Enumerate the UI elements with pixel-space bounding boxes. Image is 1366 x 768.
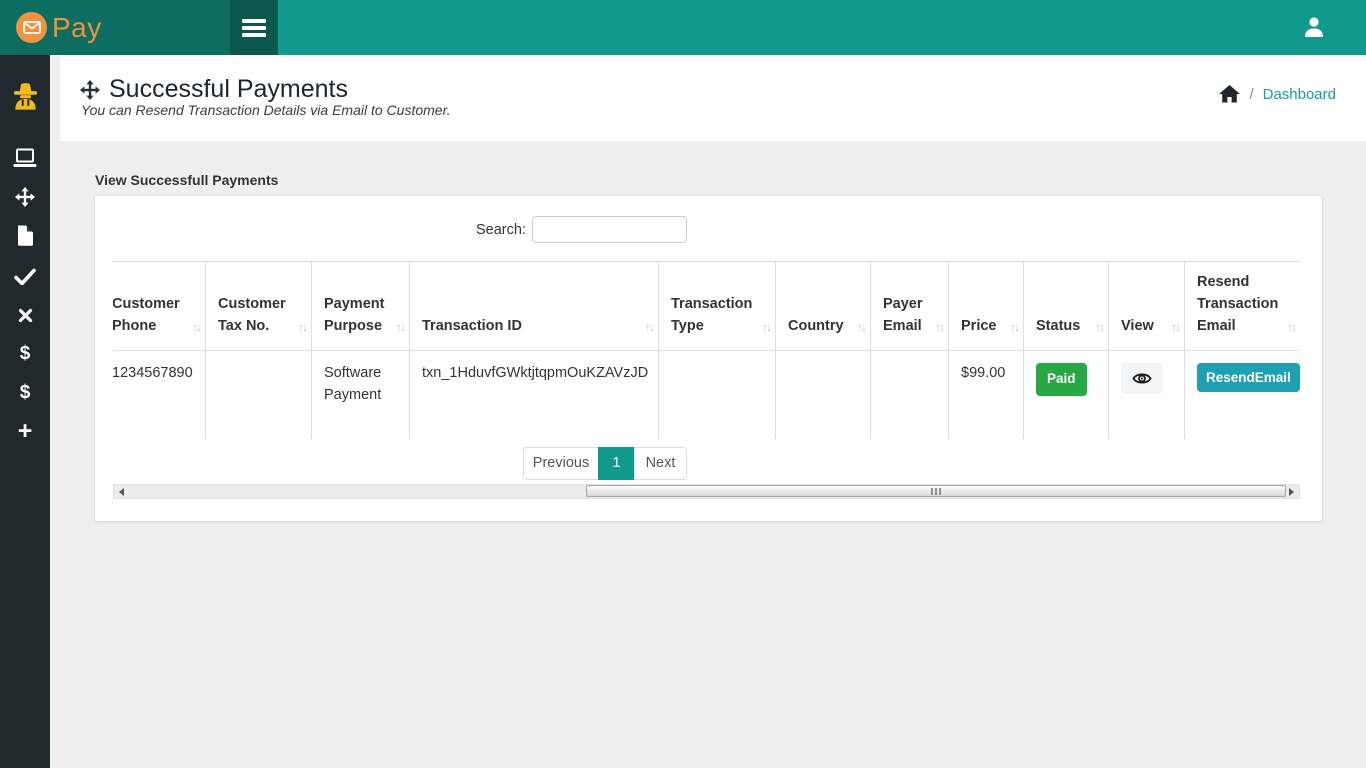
check-icon	[14, 268, 36, 285]
move-icon	[15, 187, 35, 207]
sidebar-item-pricing[interactable]: $	[0, 383, 50, 403]
table-row: 1234567890 Software Payment txn_1HduvfGW…	[113, 351, 1300, 439]
breadcrumb: / Dashboard	[1219, 85, 1336, 103]
cell-transaction-id: txn_1HduvfGWktjtqpmOuKZAVzJD	[410, 351, 659, 439]
file-icon	[16, 225, 34, 246]
sidebar-item-transactions[interactable]	[0, 187, 50, 207]
cell-country	[776, 351, 871, 439]
search-input[interactable]	[532, 216, 687, 243]
eye-icon	[1132, 371, 1152, 386]
cell-status: Paid	[1024, 351, 1109, 439]
pagination-page-1-button[interactable]: 1	[598, 447, 635, 480]
scrollbar-left-arrow-icon[interactable]	[119, 488, 124, 496]
pagination-previous-button[interactable]: Previous	[523, 447, 599, 480]
cell-customer-tax-no	[206, 351, 312, 439]
sort-icon: ↑↓	[1171, 318, 1179, 336]
sidebar-toggle-button[interactable]	[230, 0, 278, 55]
view-button[interactable]	[1121, 363, 1163, 394]
column-header-payer-email[interactable]: Payer Email ↑↓	[871, 262, 949, 351]
horizontal-scrollbar[interactable]	[113, 484, 1300, 499]
scrollbar-thumb[interactable]	[586, 485, 1286, 497]
column-header-transaction-id[interactable]: Transaction ID ↑↓	[410, 262, 659, 351]
cell-payment-purpose: Software Payment	[312, 351, 410, 439]
dollar-icon: $	[20, 344, 31, 364]
page-header: Successful Payments You can Resend Trans…	[60, 55, 1366, 141]
sort-icon: ↑↓	[645, 318, 653, 336]
table-scroll-container: Customer Phone ↑↓ Customer Tax No. ↑↓ Pa…	[113, 261, 1300, 439]
user-icon	[1303, 16, 1325, 38]
sidebar-item-currency[interactable]: $	[0, 344, 50, 364]
cell-customer-phone: 1234567890	[113, 351, 206, 439]
cell-price: $99.00	[949, 351, 1024, 439]
user-menu-button[interactable]	[1303, 16, 1325, 38]
column-header-customer-phone[interactable]: Customer Phone ↑↓	[113, 262, 206, 351]
sort-icon: ↑↓	[1010, 318, 1018, 336]
resend-email-button[interactable]: ResendEmail	[1197, 363, 1300, 392]
home-icon[interactable]	[1219, 85, 1240, 103]
sidebar-item-dashboard[interactable]	[0, 148, 50, 168]
sidebar-item-reports[interactable]	[0, 225, 50, 246]
content-wrapper: Successful Payments You can Resend Trans…	[50, 55, 1366, 768]
close-icon	[18, 308, 33, 323]
pagination: Previous 1 Next	[523, 447, 687, 480]
payments-card: Search: Customer Phone ↑↓	[95, 196, 1322, 521]
search-label: Search:	[476, 222, 526, 238]
plus-icon: +	[18, 419, 33, 443]
cell-transaction-type	[659, 351, 776, 439]
envelope-icon	[23, 21, 41, 34]
sidebar-item-admin[interactable]	[0, 81, 50, 112]
dollar-icon: $	[20, 383, 31, 403]
hamburger-icon	[242, 19, 266, 23]
sort-icon: ↑↓	[762, 318, 770, 336]
column-header-transaction-type[interactable]: Transaction Type ↑↓	[659, 262, 776, 351]
top-navbar: Pay	[0, 0, 1366, 55]
sidebar-item-success-payments[interactable]	[0, 268, 50, 285]
page-title: Successful Payments	[109, 75, 348, 104]
column-header-price[interactable]: Price ↑↓	[949, 262, 1024, 351]
column-header-status[interactable]: Status ↑↓	[1024, 262, 1109, 351]
user-secret-icon	[10, 81, 41, 112]
breadcrumb-separator: /	[1249, 86, 1253, 103]
payments-table: Customer Phone ↑↓ Customer Tax No. ↑↓ Pa…	[113, 261, 1300, 439]
column-header-country[interactable]: Country ↑↓	[776, 262, 871, 351]
sort-icon: ↑↓	[298, 318, 306, 336]
column-header-resend-transaction-email[interactable]: Resend Transaction Email ↑↓	[1185, 262, 1301, 351]
laptop-icon	[13, 148, 37, 168]
column-header-view[interactable]: View ↑↓	[1109, 262, 1185, 351]
sort-icon: ↑↓	[1287, 318, 1295, 336]
sidebar-nav: $ $ +	[0, 55, 50, 768]
scrollbar-right-arrow-icon[interactable]	[1289, 488, 1294, 496]
scrollbar-grip-icon	[931, 488, 941, 495]
cell-payer-email	[871, 351, 949, 439]
sort-icon: ↑↓	[1095, 318, 1103, 336]
sort-icon: ↑↓	[192, 318, 200, 336]
sort-icon: ↑↓	[935, 318, 943, 336]
section-title: View Successfull Payments	[95, 172, 278, 188]
table-search: Search:	[476, 216, 687, 243]
sort-icon: ↑↓	[396, 318, 404, 336]
breadcrumb-dashboard-link[interactable]: Dashboard	[1263, 86, 1336, 103]
brand-name: Pay	[52, 12, 102, 44]
brand-area[interactable]: Pay	[0, 0, 230, 55]
table-header-row: Customer Phone ↑↓ Customer Tax No. ↑↓ Pa…	[113, 262, 1300, 351]
column-header-customer-tax-no[interactable]: Customer Tax No. ↑↓	[206, 262, 312, 351]
cell-view	[1109, 351, 1185, 439]
brand-logo	[16, 12, 47, 43]
pagination-next-button[interactable]: Next	[634, 447, 687, 480]
sort-icon: ↑↓	[857, 318, 865, 336]
sidebar-item-failed-payments[interactable]	[0, 308, 50, 323]
cell-resend: ResendEmail	[1185, 351, 1301, 439]
move-icon	[80, 80, 100, 100]
column-header-payment-purpose[interactable]: Payment Purpose ↑↓	[312, 262, 410, 351]
page-subtitle: You can Resend Transaction Details via E…	[81, 102, 451, 118]
status-badge: Paid	[1036, 363, 1087, 395]
sidebar-item-add[interactable]: +	[0, 419, 50, 443]
